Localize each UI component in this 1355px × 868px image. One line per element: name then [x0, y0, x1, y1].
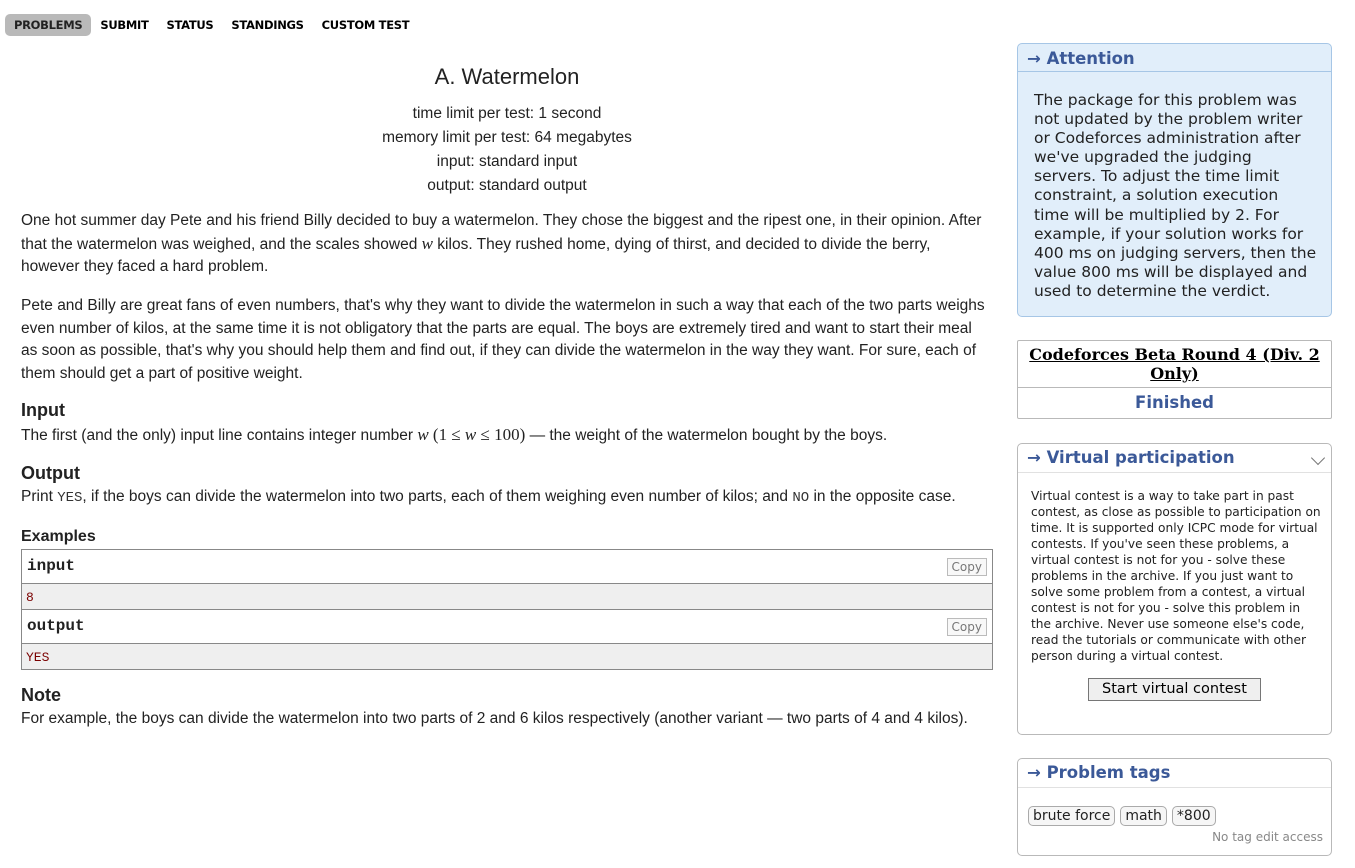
tag-brute-force[interactable]: brute force: [1028, 806, 1116, 826]
statement-paragraph-1: One hot summer day Pete and his friend B…: [21, 212, 982, 275]
variable-w: w: [421, 233, 433, 253]
output-file: output: standard output: [427, 177, 587, 194]
tab-standings[interactable]: STANDINGS: [222, 14, 312, 36]
output-section-title: Output: [21, 463, 80, 483]
examples-box: input Copy 8 output Copy YES: [21, 549, 993, 670]
copy-input-button[interactable]: Copy: [946, 558, 987, 576]
tab-problems[interactable]: PROBLEMS: [5, 14, 92, 36]
input-spec: The first (and the only) input line cont…: [21, 425, 888, 444]
statement-paragraph-2: Pete and Billy are great fans of even nu…: [21, 297, 985, 382]
tag-difficulty[interactable]: *800: [1171, 806, 1216, 826]
example-input-value: 8: [22, 584, 992, 610]
note-text: For example, the boys can divide the wat…: [21, 710, 968, 727]
contest-status: Finished: [1135, 393, 1214, 412]
attention-title: → Attention: [1018, 44, 1331, 72]
example-output-header: output Copy: [22, 610, 992, 644]
virtual-participation-title: → Virtual participation: [1018, 444, 1331, 473]
example-input-header: input Copy: [22, 550, 992, 584]
problem-limits: time limit per test: 1 second memory lim…: [21, 102, 993, 198]
top-nav: PROBLEMS SUBMIT STATUS STANDINGS CUSTOM …: [5, 13, 418, 37]
start-virtual-contest-button[interactable]: Start virtual contest: [1088, 678, 1261, 701]
example-input-label: input: [27, 557, 76, 575]
tab-status[interactable]: STATUS: [158, 14, 223, 36]
contest-box: Codeforces Beta Round 4 (Div. 2 Only) Fi…: [1017, 340, 1332, 419]
examples-title: Examples: [21, 528, 96, 545]
note-title: Note: [21, 685, 61, 705]
virtual-participation-text: Virtual contest is a way to take part in…: [1031, 489, 1321, 663]
virtual-participation-box: → Virtual participation Virtual contest …: [1017, 443, 1332, 735]
input-file: input: standard input: [436, 153, 578, 170]
tag-math[interactable]: math: [1120, 806, 1167, 826]
attention-text: The package for this problem was not upd…: [1034, 91, 1317, 300]
tag-list: brute force math *800: [1028, 806, 1221, 826]
no-tag-edit-access: No tag edit access: [1212, 830, 1323, 844]
example-output-label: output: [27, 617, 85, 635]
problem-tags-title: → Problem tags: [1018, 759, 1331, 788]
input-section-title: Input: [21, 400, 65, 420]
problem-title: A. Watermelon: [434, 64, 580, 89]
time-limit: time limit per test: 1 second: [412, 105, 602, 122]
example-output-value: YES: [22, 644, 992, 669]
tab-submit[interactable]: SUBMIT: [91, 14, 157, 36]
attention-box: → Attention The package for this problem…: [1017, 43, 1332, 317]
memory-limit: memory limit per test: 64 megabytes: [382, 129, 632, 146]
output-spec: Print YES, if the boys can divide the wa…: [21, 488, 956, 506]
tab-custom-test[interactable]: CUSTOM TEST: [313, 14, 419, 36]
problem-tags-box: → Problem tags brute force math *800 No …: [1017, 758, 1332, 856]
copy-output-button[interactable]: Copy: [946, 618, 987, 636]
problem-statement: A. Watermelon time limit per test: 1 sec…: [21, 52, 993, 727]
contest-name-link[interactable]: Codeforces Beta Round 4 (Div. 2 Only): [1018, 341, 1331, 388]
